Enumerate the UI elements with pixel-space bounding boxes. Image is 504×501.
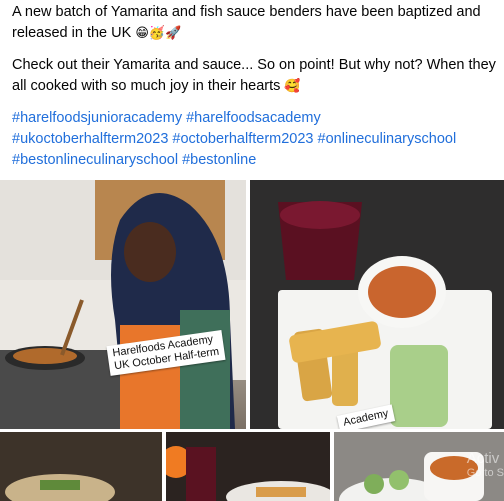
hashtag-link[interactable]: #octoberhalfterm2023 [172, 131, 313, 147]
photo-girl-cooking[interactable]: Harelfoods Academy UK October Half-term [0, 180, 246, 429]
emoji-group: 😁🥳🚀 [135, 26, 182, 41]
post-text-2: Check out their Yamarita and sauce... So… [12, 57, 496, 94]
photo-grid: Harelfoods Academy UK October Half-term … [0, 180, 504, 501]
watermark-subtitle: Go to S [466, 467, 504, 479]
photo-girl-cooking-illustration [0, 180, 246, 429]
hashtag-link[interactable]: #harelfoodsacademy [186, 110, 321, 126]
photo-food-plate[interactable]: Academy [250, 180, 504, 429]
windows-activation-watermark: Activ Go to S [467, 450, 504, 479]
hashtag-link[interactable]: #harelfoodsjunioracademy [12, 110, 182, 126]
watermark-title: Activ [466, 450, 500, 467]
post-body: A new batch of Yamarita and fish sauce b… [12, 2, 498, 171]
emoji-heart-face: 🥰 [284, 79, 301, 94]
photo-thumbnail-1[interactable] [0, 432, 162, 501]
hashtag-link[interactable]: #onlineculinaryschool [318, 131, 457, 147]
hashtag-link[interactable]: #bestonline [182, 152, 256, 168]
photo-food-plate-illustration [250, 180, 504, 429]
hashtag-link[interactable]: #ukoctoberhalfterm2023 [12, 131, 168, 147]
post-text-1: A new batch of Yamarita and fish sauce b… [12, 4, 481, 41]
hashtag-link[interactable]: #bestonlineculinaryschool [12, 152, 178, 168]
photo-thumbnail-3[interactable]: Activ Go to S [334, 432, 504, 501]
hashtag-list: #harelfoodsjunioracademy #harelfoodsacad… [12, 108, 498, 171]
post-paragraph-2: Check out their Yamarita and sauce... So… [12, 55, 498, 97]
photo-thumbnail-2-illustration [166, 432, 330, 501]
post-paragraph-1: A new batch of Yamarita and fish sauce b… [12, 2, 498, 44]
photo-thumbnail-1-illustration [0, 432, 162, 501]
photo-thumbnail-2[interactable] [166, 432, 330, 501]
